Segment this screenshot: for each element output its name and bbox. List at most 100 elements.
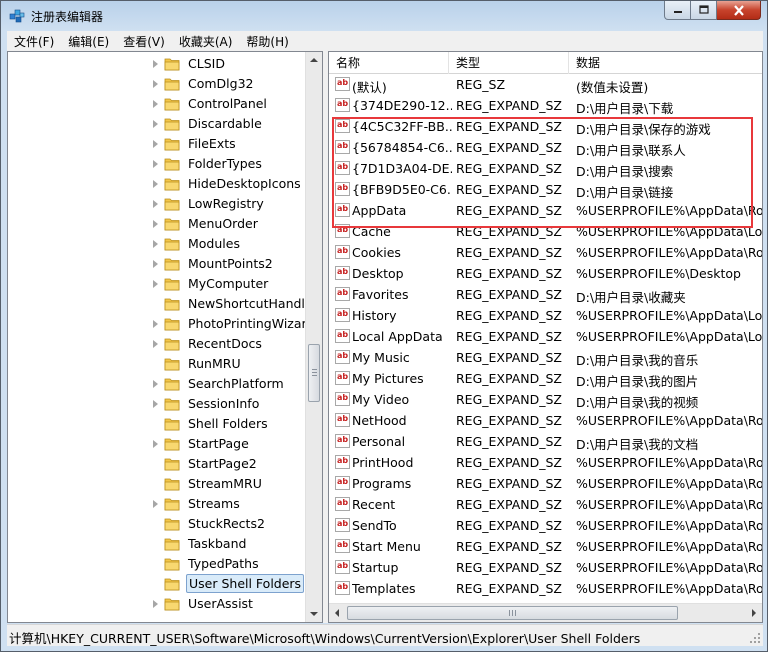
list-scroll-thumb[interactable] [347,606,678,620]
tree-item[interactable]: MountPoints2 [8,254,308,274]
tree-item[interactable]: NewShortcutHandlers [8,294,322,314]
status-bar: 计算机\HKEY_CURRENT_USER\Software\Microsoft… [7,624,763,646]
value-row[interactable]: ab SendTo REG_EXPAND_SZ %USERPROFILE%\AppDa… [329,515,762,536]
expand-arrow-icon[interactable] [153,240,158,248]
title-bar[interactable]: 注册表编辑器 [1,1,767,31]
value-row[interactable]: ab Start Menu REG_EXPAND_SZ %USERPROFILE%\A… [329,536,762,557]
tree-item[interactable]: Discardable [8,114,308,134]
value-row[interactable]: ab My Video REG_EXPAND_SZ D:\用户目录\我的视频 [329,389,762,410]
value-row[interactable]: ab History REG_EXPAND_SZ %USERPROFILE%\AppD… [329,305,762,326]
value-row[interactable]: ab Local AppData REG_EXPAND_SZ %USERPROFILE… [329,326,762,347]
tree-item[interactable]: StreamMRU [8,474,308,494]
value-row[interactable]: ab Templates REG_EXPAND_SZ %USERPROFILE%\Ap… [329,578,762,599]
value-row[interactable]: ab My Pictures REG_EXPAND_SZ D:\用户目录\我的图片 [329,368,762,389]
tree-item[interactable]: FileExts [8,134,308,154]
value-data: %USERPROFILE%\AppData\Roa [576,560,762,575]
expand-arrow-icon[interactable] [153,280,158,288]
expand-arrow-icon[interactable] [153,600,158,608]
value-row[interactable]: ab Recent REG_EXPAND_SZ %USERPROFILE%\AppDa… [329,494,762,515]
tree-item[interactable]: RecentDocs [8,334,308,354]
value-type: REG_EXPAND_SZ [456,329,562,344]
tree-item[interactable]: MyComputer [8,274,308,294]
expand-arrow-icon[interactable] [153,380,158,388]
close-button[interactable] [717,1,761,20]
folder-icon [164,577,180,591]
maximize-button[interactable] [691,1,717,20]
menu-edit[interactable]: 编辑(E) [61,33,116,50]
value-data: %USERPROFILE%\AppData\Roa [576,476,762,491]
folder-icon [164,357,180,371]
tree-item-label: RunMRU [188,356,241,371]
folder-icon [164,297,180,311]
tree-item[interactable]: ComDlg32 [8,74,308,94]
tree-item[interactable]: StartPage2 [8,454,308,474]
size-grip-icon[interactable] [749,632,761,644]
folder-icon [164,537,180,551]
expand-arrow-icon[interactable] [153,100,158,108]
tree-item[interactable]: User Shell Folders [8,574,308,594]
expand-arrow-icon[interactable] [153,400,158,408]
menu-view[interactable]: 查看(V) [116,33,172,50]
menu-favorites[interactable]: 收藏夹(A) [172,33,240,50]
tree-item[interactable]: Streams [8,494,308,514]
expand-arrow-icon[interactable] [153,180,158,188]
tree-item[interactable]: StartPage [8,434,308,454]
tree-item[interactable]: LowRegistry [8,194,308,214]
tree-item[interactable]: PhotoPrintingWizard [8,314,314,334]
tree-scroll-thumb[interactable] [308,344,320,402]
expand-arrow-icon[interactable] [153,340,158,348]
value-row[interactable]: ab Cookies REG_EXPAND_SZ %USERPROFILE%\AppD… [329,242,762,263]
menu-help[interactable]: 帮助(H) [239,33,295,50]
tree-item[interactable]: SearchPlatform [8,374,308,394]
list-horizontal-scrollbar[interactable] [329,603,762,622]
tree-item[interactable]: Shell Folders [8,414,308,434]
expand-arrow-icon[interactable] [153,160,158,168]
expand-arrow-icon[interactable] [153,200,158,208]
tree-item[interactable]: RunMRU [8,354,308,374]
expand-arrow-icon[interactable] [153,80,158,88]
value-row[interactable]: ab Programs REG_EXPAND_SZ %USERPROFILE%\App… [329,473,762,494]
value-row[interactable]: ab (默认) REG_SZ (数值未设置) [329,74,762,95]
minimize-button[interactable] [664,1,691,20]
column-header-data[interactable]: 数据 [569,52,762,74]
scroll-right-arrow-icon[interactable] [752,609,756,617]
value-row[interactable]: ab Startup REG_EXPAND_SZ %USERPROFILE%\AppD… [329,557,762,578]
menu-file[interactable]: 文件(F) [7,33,61,50]
expand-arrow-icon[interactable] [153,140,158,148]
expand-arrow-icon[interactable] [153,320,158,328]
column-header-name[interactable]: 名称 [329,52,449,74]
expand-arrow-icon[interactable] [153,60,158,68]
value-name: PrintHood [352,455,414,470]
tree-vertical-scrollbar[interactable] [305,52,322,622]
grip-line [515,610,516,616]
tree-item[interactable]: CLSID [8,54,308,74]
tree-item[interactable]: Taskband [8,534,308,554]
value-row[interactable]: ab Desktop REG_EXPAND_SZ %USERPROFILE%\Desk… [329,263,762,284]
column-header-type[interactable]: 类型 [449,52,569,74]
scroll-down-arrow-icon[interactable] [310,612,318,616]
value-row[interactable]: ab My Music REG_EXPAND_SZ D:\用户目录\我的音乐 [329,347,762,368]
expand-arrow-icon[interactable] [153,220,158,228]
expand-arrow-icon[interactable] [153,500,158,508]
scroll-left-arrow-icon[interactable] [335,609,339,617]
tree-item[interactable]: MenuOrder [8,214,308,234]
value-row[interactable]: ab Favorites REG_EXPAND_SZ D:\用户目录\收藏夹 [329,284,762,305]
value-row[interactable]: ab PrintHood REG_EXPAND_SZ %USERPROFILE%\Ap… [329,452,762,473]
folder-icon [164,477,180,491]
registry-editor-window: 注册表编辑器 文件(F) 编辑(E) 查看(V) 收藏夹(A) 帮助(H) CL… [0,0,768,652]
value-row[interactable]: ab {374DE290-12... REG_EXPAND_SZ D:\用户目录\下载 [329,95,762,116]
scroll-up-arrow-icon[interactable] [310,58,318,62]
expand-arrow-icon[interactable] [153,260,158,268]
tree-item[interactable]: FolderTypes [8,154,308,174]
expand-arrow-icon[interactable] [153,120,158,128]
tree-item[interactable]: SessionInfo [8,394,308,414]
tree-item[interactable]: HideDesktopIcons [8,174,308,194]
value-row[interactable]: ab NetHood REG_EXPAND_SZ %USERPROFILE%\AppD… [329,410,762,431]
expand-arrow-icon[interactable] [153,440,158,448]
tree-item[interactable]: StuckRects2 [8,514,308,534]
tree-item[interactable]: UserAssist [8,594,308,614]
tree-item[interactable]: Modules [8,234,308,254]
value-row[interactable]: ab Personal REG_EXPAND_SZ D:\用户目录\我的文档 [329,431,762,452]
tree-item[interactable]: ControlPanel [8,94,308,114]
tree-item[interactable]: TypedPaths [8,554,308,574]
